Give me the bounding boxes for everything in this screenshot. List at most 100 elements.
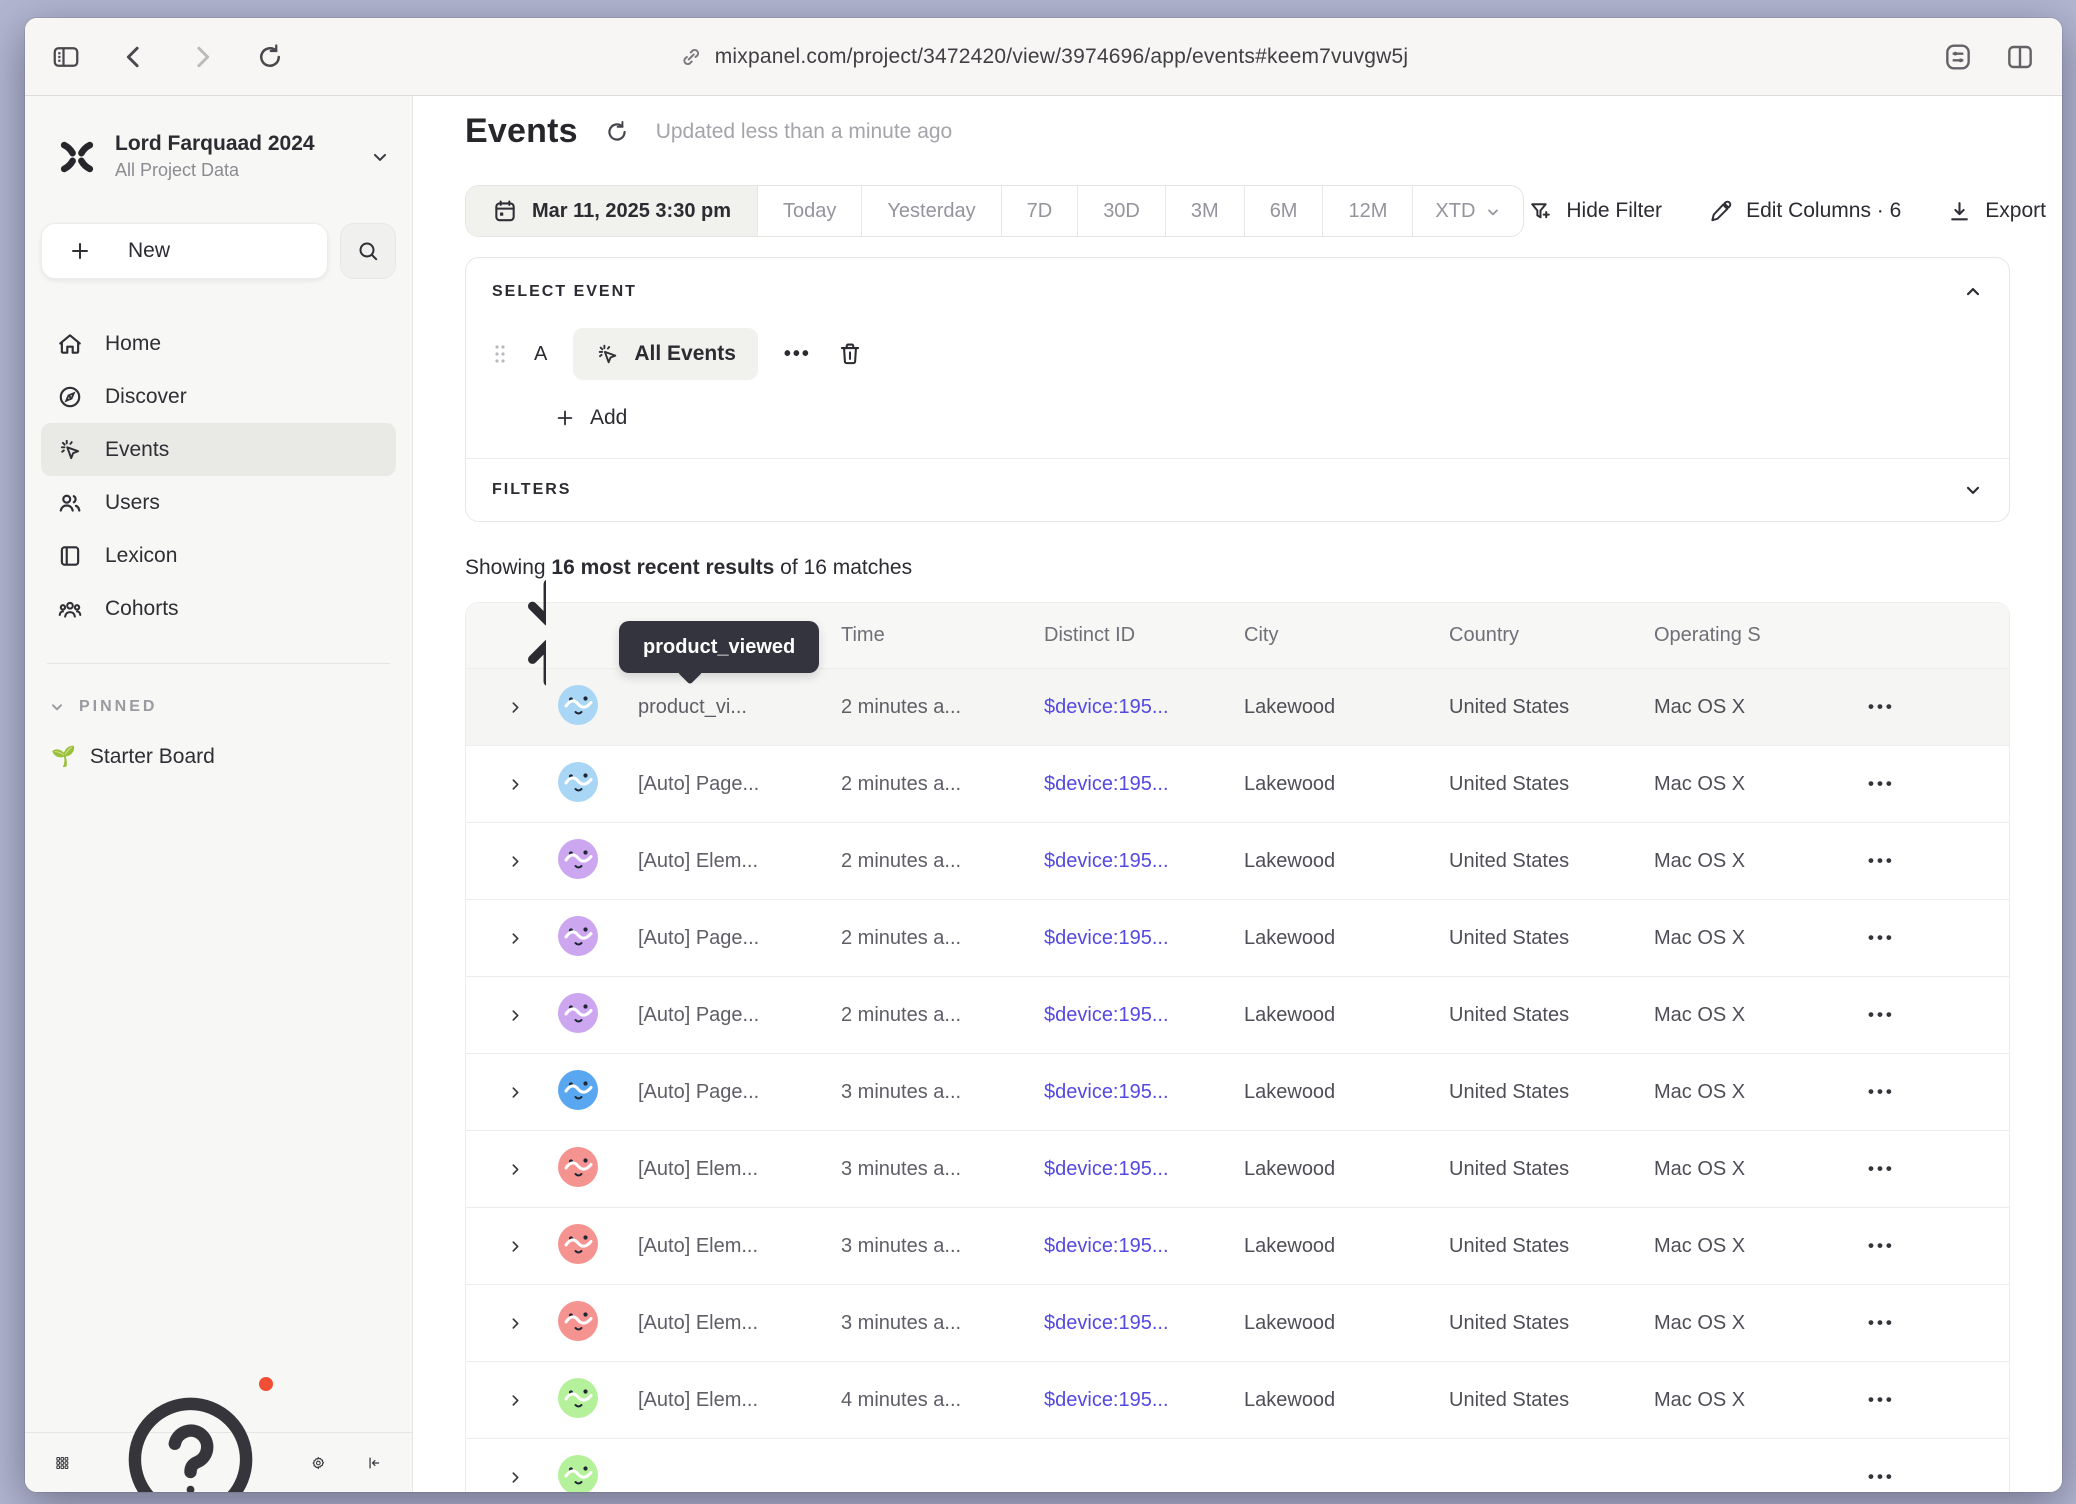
- range-6m[interactable]: 6M: [1244, 186, 1323, 236]
- distinct-id-link[interactable]: $device:195...: [1044, 1312, 1244, 1335]
- page-settings-icon[interactable]: [1942, 41, 1974, 73]
- row-actions-icon[interactable]: •••: [1834, 697, 2009, 717]
- collapse-sidebar-icon[interactable]: [367, 1449, 382, 1477]
- expand-row-chevron-icon[interactable]: [466, 1316, 546, 1331]
- reload-button-icon[interactable]: [255, 42, 285, 72]
- date-range-toolbar: Mar 11, 2025 3:30 pm Today Yesterday 7D …: [465, 185, 2062, 237]
- sidebar-item-users[interactable]: Users: [41, 476, 396, 529]
- sidebar-item-cohorts[interactable]: Cohorts: [41, 582, 396, 635]
- range-xtd-dropdown[interactable]: XTD: [1412, 186, 1523, 236]
- row-actions-icon[interactable]: •••: [1834, 1082, 2009, 1102]
- expand-row-chevron-icon[interactable]: [466, 1162, 546, 1177]
- distinct-id-link[interactable]: $device:195...: [1044, 696, 1244, 719]
- distinct-id-link[interactable]: $device:195...: [1044, 1004, 1244, 1027]
- apps-grid-icon[interactable]: [55, 1449, 70, 1477]
- date-picker-button[interactable]: Mar 11, 2025 3:30 pm: [466, 186, 757, 236]
- expand-row-chevron-icon[interactable]: [466, 1085, 546, 1100]
- expand-row-chevron-icon[interactable]: [466, 1008, 546, 1023]
- sidebar-item-lexicon[interactable]: Lexicon: [41, 529, 396, 582]
- add-event-button[interactable]: Add: [554, 406, 627, 430]
- expand-row-chevron-icon[interactable]: [466, 931, 546, 946]
- os-cell: Mac OS X: [1654, 1004, 1834, 1027]
- results-summary: Showing 16 most recent results of 16 mat…: [465, 556, 2062, 580]
- row-actions-icon[interactable]: •••: [1834, 1005, 2009, 1025]
- row-actions-icon[interactable]: •••: [1834, 1159, 2009, 1179]
- distinct-id-link[interactable]: $device:195...: [1044, 1235, 1244, 1258]
- table-row[interactable]: [Auto] Elem... 3 minutes a... $device:19…: [466, 1207, 2009, 1284]
- table-row[interactable]: [Auto] Elem... 4 minutes a... $device:19…: [466, 1361, 2009, 1438]
- distinct-id-link[interactable]: $device:195...: [1044, 850, 1244, 873]
- sort-direction-icon[interactable]: [508, 673, 546, 695]
- expand-row-chevron-icon[interactable]: [466, 1239, 546, 1254]
- range-3m[interactable]: 3M: [1165, 186, 1244, 236]
- table-row[interactable]: [Auto] Page... 3 minutes a... $device:19…: [466, 1053, 2009, 1130]
- sidebar-item-starter-board[interactable]: 🌱 Starter Board: [41, 744, 396, 769]
- refresh-icon[interactable]: [604, 119, 630, 145]
- column-header-country[interactable]: Country: [1449, 624, 1654, 647]
- sidebar-item-events[interactable]: Events: [41, 423, 396, 476]
- back-button-icon[interactable]: [119, 42, 149, 72]
- distinct-id-link[interactable]: $device:195...: [1044, 1081, 1244, 1104]
- sidebar-item-label: Lexicon: [105, 544, 177, 568]
- country-cell: United States: [1449, 927, 1654, 950]
- sidebar-item-home[interactable]: Home: [41, 317, 396, 370]
- range-7d[interactable]: 7D: [1001, 186, 1078, 236]
- search-button[interactable]: [340, 223, 396, 279]
- trash-icon[interactable]: [837, 341, 863, 367]
- drag-handle-icon[interactable]: [492, 341, 508, 367]
- event-selector-chip[interactable]: All Events: [573, 328, 758, 380]
- range-12m[interactable]: 12M: [1322, 186, 1412, 236]
- event-avatar-cell: [546, 1224, 638, 1269]
- workspace-switcher[interactable]: Lord Farquaad 2024 All Project Data: [55, 132, 390, 181]
- range-today[interactable]: Today: [757, 186, 861, 236]
- forward-button-icon[interactable]: [187, 42, 217, 72]
- column-header-distinct-id[interactable]: Distinct ID: [1044, 624, 1244, 647]
- address-bar[interactable]: mixpanel.com/project/3472420/view/397469…: [679, 45, 1409, 69]
- row-actions-icon[interactable]: •••: [1834, 928, 2009, 948]
- new-button[interactable]: New: [41, 223, 328, 279]
- distinct-id-link[interactable]: $device:195...: [1044, 1389, 1244, 1412]
- table-row[interactable]: product_vi... 2 minutes a... $device:195…: [466, 668, 2009, 745]
- table-row[interactable]: [Auto] Elem... 3 minutes a... $device:19…: [466, 1130, 2009, 1207]
- table-row[interactable]: •••: [466, 1438, 2009, 1492]
- expand-row-chevron-icon[interactable]: [466, 777, 546, 792]
- row-actions-icon[interactable]: •••: [1834, 1313, 2009, 1333]
- table-row[interactable]: [Auto] Elem... 3 minutes a... $device:19…: [466, 1284, 2009, 1361]
- expand-section-chevron-down-icon[interactable]: [1963, 480, 1983, 500]
- row-actions-icon[interactable]: •••: [1834, 1467, 2009, 1487]
- table-row[interactable]: [Auto] Elem... 2 minutes a... $device:19…: [466, 822, 2009, 899]
- edit-columns-button[interactable]: Edit Columns · 6: [1708, 199, 1901, 224]
- collapse-section-chevron-up-icon[interactable]: [1963, 282, 1983, 302]
- table-row[interactable]: [Auto] Page... 2 minutes a... $device:19…: [466, 976, 2009, 1053]
- range-30d[interactable]: 30D: [1077, 186, 1165, 236]
- distinct-id-link[interactable]: $device:195...: [1044, 1158, 1244, 1181]
- expand-row-chevron-icon[interactable]: [466, 1470, 546, 1485]
- table-row[interactable]: [Auto] Page... 2 minutes a... $device:19…: [466, 745, 2009, 822]
- column-header-city[interactable]: City: [1244, 624, 1449, 647]
- hide-filter-button[interactable]: Hide Filter: [1528, 199, 1662, 224]
- distinct-id-link[interactable]: $device:195...: [1044, 773, 1244, 796]
- column-header-time[interactable]: Time: [841, 624, 1044, 647]
- date-range-segmented-control: Mar 11, 2025 3:30 pm Today Yesterday 7D …: [465, 185, 1524, 237]
- sidebar-nav: Home Discover Events: [41, 317, 396, 635]
- filters-section[interactable]: FILTERS: [466, 459, 2009, 521]
- settings-gear-icon[interactable]: [311, 1449, 326, 1477]
- column-header-operating-system[interactable]: Operating S: [1654, 624, 1834, 647]
- distinct-id-link[interactable]: $device:195...: [1044, 927, 1244, 950]
- range-yesterday[interactable]: Yesterday: [861, 186, 1000, 236]
- os-cell: Mac OS X: [1654, 1081, 1834, 1104]
- row-actions-icon[interactable]: •••: [1834, 1236, 2009, 1256]
- expand-row-chevron-icon[interactable]: [466, 1393, 546, 1408]
- expand-row-chevron-icon[interactable]: [466, 700, 546, 715]
- split-view-icon[interactable]: [2004, 41, 2036, 73]
- table-row[interactable]: [Auto] Page... 2 minutes a... $device:19…: [466, 899, 2009, 976]
- browser-sidebar-toggle-icon[interactable]: [51, 42, 81, 72]
- pinned-section-header[interactable]: PINNED: [49, 698, 396, 716]
- row-actions-icon[interactable]: •••: [1834, 774, 2009, 794]
- event-more-options-icon[interactable]: •••: [784, 343, 811, 366]
- export-button[interactable]: Export: [1947, 199, 2046, 224]
- expand-row-chevron-icon[interactable]: [466, 854, 546, 869]
- row-actions-icon[interactable]: •••: [1834, 1390, 2009, 1410]
- row-actions-icon[interactable]: •••: [1834, 851, 2009, 871]
- sidebar-item-discover[interactable]: Discover: [41, 370, 396, 423]
